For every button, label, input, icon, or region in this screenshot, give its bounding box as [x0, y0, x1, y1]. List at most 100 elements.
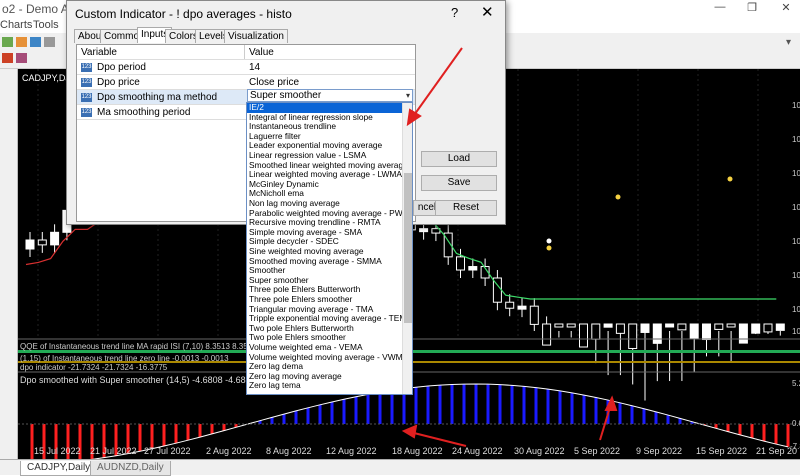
grid-header: Variable Value: [77, 45, 415, 60]
dropdown-option[interactable]: Laguerre filter: [247, 132, 403, 142]
xlabel-9: 5 Sep 2022: [574, 446, 621, 456]
dropdown-option[interactable]: Integral of linear regression slope: [247, 113, 403, 123]
xlabel-2: 27 Jul 2022: [144, 446, 191, 456]
price-label-1: 10: [792, 101, 800, 110]
xlabel-6: 18 Aug 2022: [392, 446, 443, 456]
dropdown-option[interactable]: Leader exponential moving average: [247, 141, 403, 151]
minimize-icon[interactable]: —: [712, 1, 728, 15]
sub-ylabel-mid: 0.0: [792, 419, 800, 428]
dropdown-option[interactable]: Smoothed linear weighted moving average …: [247, 161, 403, 171]
xlabel-11: 15 Sep 2022: [696, 446, 748, 456]
candle: [714, 323, 724, 330]
xlabel-0: 15 Jul 2022: [34, 446, 81, 456]
candle: [652, 323, 662, 344]
column-divider[interactable]: [244, 45, 245, 59]
dropdown-option[interactable]: IE/2: [247, 103, 403, 113]
xlabel-4: 8 Aug 2022: [266, 446, 312, 456]
line-icon: [44, 37, 55, 47]
signal-dot: [615, 194, 621, 200]
navigator-strip: [0, 69, 18, 459]
dropdown-option[interactable]: McNicholl ema: [247, 189, 403, 199]
dropdown-option[interactable]: Volume weighted moving average - VWMA: [247, 353, 403, 363]
dropdown-option[interactable]: Three pole Ehlers Butterworth: [247, 285, 403, 295]
candle: [591, 323, 601, 340]
price-label-8: 10: [792, 327, 800, 336]
price-label-3: 10: [792, 169, 800, 178]
candle: [37, 239, 47, 246]
input-row-dpo-price[interactable]: 123 Dpo price Close price: [77, 75, 415, 90]
save-button[interactable]: Save: [421, 175, 497, 191]
smoothing-method-select[interactable]: Super smoother ▾: [247, 89, 413, 102]
dropdown-option[interactable]: Zero lag moving average: [247, 372, 403, 382]
input-value[interactable]: 14: [249, 62, 260, 73]
dropdown-option[interactable]: McGinley Dynamic: [247, 180, 403, 190]
tab-chart-audnzd[interactable]: AUDNZD,Daily: [90, 461, 171, 476]
scrollbar-thumb[interactable]: [404, 173, 412, 323]
dropdown-option[interactable]: Zero lag tema: [247, 381, 403, 391]
dropdown-option[interactable]: Recursive moving trendline - RMTA: [247, 218, 403, 228]
dropdown-option[interactable]: Linear regression value - LSMA: [247, 151, 403, 161]
toolbar-icons[interactable]: [0, 33, 70, 69]
time-axis: 15 Jul 2022 21 Jul 2022 27 Jul 2022 2 Au…: [18, 446, 800, 459]
xlabel-3: 2 Aug 2022: [206, 446, 252, 456]
dropdown-option[interactable]: Two pole Ehlers smoother: [247, 333, 403, 343]
price-label-5: 10: [792, 237, 800, 246]
dropdown-option[interactable]: Volume weighted ema - VEMA: [247, 343, 403, 353]
dropdown-option[interactable]: Zero lag dema: [247, 362, 403, 372]
dropdown-option[interactable]: Simple decycler - SDEC: [247, 237, 403, 247]
close-icon[interactable]: ✕: [481, 3, 494, 21]
signal-dot: [727, 176, 733, 182]
chart-tabs: CADJPY,Daily AUDNZD,Daily: [0, 459, 800, 476]
reset-button[interactable]: Reset: [435, 200, 497, 216]
candle: [665, 323, 675, 328]
candle: [456, 256, 465, 271]
smoothing-method-dropdown[interactable]: IE/2 Integral of linear regression slope I…: [246, 102, 413, 395]
candle: [738, 323, 748, 344]
dropdown-option[interactable]: Two pole Ehlers Butterworth: [247, 324, 403, 334]
load-button[interactable]: Load: [421, 151, 497, 167]
input-value[interactable]: Close price: [249, 77, 299, 88]
dropdown-option[interactable]: Non lag moving average: [247, 199, 403, 209]
candle: [419, 228, 429, 233]
dropdown-option[interactable]: Triangular moving average - TMA: [247, 305, 403, 315]
chevron-down-icon[interactable]: ▾: [406, 90, 410, 101]
dialog-title: Custom Indicator - ! dpo averages - hist…: [75, 7, 292, 21]
dropdown-option[interactable]: Tripple exponential moving average - TEM…: [247, 314, 403, 324]
candle: [517, 305, 527, 310]
menu-charts[interactable]: Charts: [0, 19, 32, 31]
candle: [677, 323, 687, 331]
help-icon[interactable]: ?: [451, 5, 458, 20]
dropdown-option[interactable]: Three pole Ehlers smoother: [247, 295, 403, 305]
candle: [25, 239, 35, 250]
dropdown-option[interactable]: Sine weighted moving average: [247, 247, 403, 257]
dropdown-option[interactable]: Parabolic weighted moving average - PWMA: [247, 209, 403, 219]
dropdown-option[interactable]: Linear weighted moving average - LWMA: [247, 170, 403, 180]
xlabel-10: 9 Sep 2022: [636, 446, 683, 456]
input-name: Ma smoothing period: [97, 107, 191, 118]
xlabel-7: 24 Aug 2022: [452, 446, 503, 456]
dropdown-scrollbar[interactable]: [402, 103, 412, 394]
price-label-7: 10: [792, 305, 800, 314]
price-label-4: 10: [792, 203, 800, 212]
restore-icon[interactable]: ❐: [744, 1, 760, 15]
candle: [763, 323, 773, 333]
dropdown-option[interactable]: Smoothed moving average - SMMA: [247, 257, 403, 267]
tab-chart-cadjpy[interactable]: CADJPY,Daily: [20, 461, 98, 476]
input-row-dpo-period[interactable]: 123 Dpo period 14: [77, 60, 415, 75]
candle: [529, 305, 539, 325]
dropdown-option[interactable]: Smoother: [247, 266, 403, 276]
chart-icon: [2, 37, 13, 47]
xlabel-8: 30 Aug 2022: [514, 446, 565, 456]
toolbar-dropdown-icon[interactable]: ▾: [786, 37, 791, 48]
dropdown-option[interactable]: Instantaneous trendline: [247, 122, 403, 132]
candle: [603, 323, 613, 328]
xlabel-12: 21 Sep 20: [756, 446, 798, 456]
dropdown-option[interactable]: Simple moving average - SMA: [247, 228, 403, 238]
tab-visualization[interactable]: Visualization: [224, 29, 288, 43]
close-app-icon[interactable]: ✕: [778, 1, 794, 15]
candle: [775, 323, 785, 331]
number-icon: 123: [81, 63, 92, 72]
candle: [468, 266, 478, 271]
dropdown-option[interactable]: Super smoother: [247, 276, 403, 286]
menu-tools[interactable]: Tools: [33, 19, 59, 31]
